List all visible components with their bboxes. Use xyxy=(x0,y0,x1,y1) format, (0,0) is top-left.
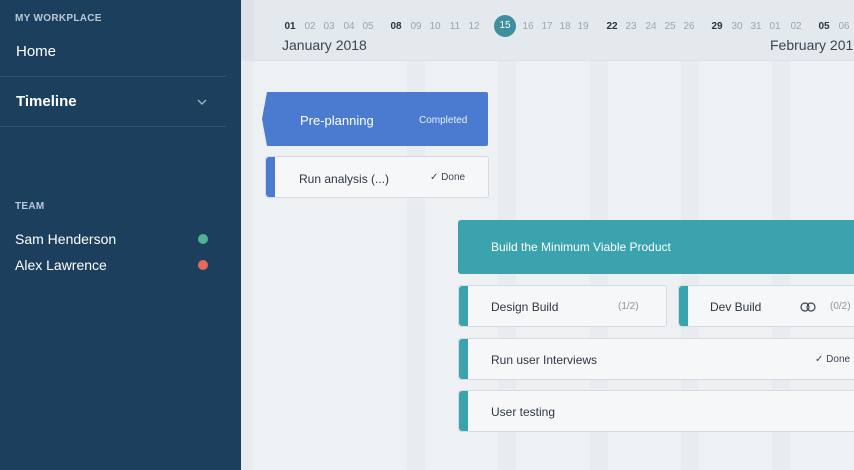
nav-timeline[interactable]: Timeline xyxy=(16,93,77,110)
day-label: 31 xyxy=(750,21,762,32)
chevron-down-icon[interactable] xyxy=(196,97,208,107)
day-label: 23 xyxy=(625,21,637,32)
task-status-done: ✓ Done xyxy=(815,354,850,365)
day-label: 01 xyxy=(284,21,296,32)
timeline-header: 01 02 03 04 05 08 09 10 11 12 15 16 17 1… xyxy=(241,0,854,61)
task-label: User testing xyxy=(491,405,556,419)
timeline-view: 01 02 03 04 05 08 09 10 11 12 15 16 17 1… xyxy=(241,0,854,470)
task-status-done: ✓ Done xyxy=(430,172,465,183)
link-icon[interactable] xyxy=(800,302,816,312)
today-marker[interactable]: 15 xyxy=(494,15,516,37)
workplace-section-label: MY WORKPLACE xyxy=(15,13,102,24)
month-label-january: January 2018 xyxy=(282,37,367,53)
status-dot-away xyxy=(198,260,208,270)
day-label: 11 xyxy=(449,21,461,32)
phase-preplanning-label[interactable]: Pre-planning xyxy=(300,113,374,128)
phase-mvp-label: Build the Minimum Viable Product xyxy=(491,240,671,254)
day-label: 24 xyxy=(645,21,657,32)
nav-home[interactable]: Home xyxy=(16,43,56,60)
task-progress: (1/2) xyxy=(618,301,639,312)
phase-preplanning-status: Completed xyxy=(419,115,468,126)
check-icon: ✓ xyxy=(815,354,824,365)
task-color-bar xyxy=(679,286,688,326)
day-label: 22 xyxy=(606,21,618,32)
day-label: 09 xyxy=(410,21,422,32)
check-icon: ✓ xyxy=(430,172,439,183)
task-user-testing[interactable]: User testing xyxy=(458,390,854,432)
day-label: 17 xyxy=(541,21,553,32)
team-member-sam-henderson[interactable]: Sam Henderson xyxy=(15,231,116,247)
done-label: Done xyxy=(826,354,851,365)
task-progress: (0/2) xyxy=(830,301,851,312)
team-member-alex-lawrence[interactable]: Alex Lawrence xyxy=(15,257,107,273)
task-label: Dev Build xyxy=(710,300,762,314)
day-label: 03 xyxy=(323,21,335,32)
header-edge xyxy=(241,0,254,61)
day-label: 05 xyxy=(362,21,374,32)
sidebar: MY WORKPLACE Home Timeline TEAM Sam Hend… xyxy=(0,0,241,470)
day-label: 25 xyxy=(664,21,676,32)
task-run-user-interviews[interactable]: Run user Interviews ✓ Done xyxy=(458,338,854,380)
day-label: 04 xyxy=(343,21,355,32)
task-color-bar xyxy=(459,391,468,431)
day-label: 26 xyxy=(683,21,695,32)
task-color-bar xyxy=(459,339,468,379)
day-label: 30 xyxy=(731,21,743,32)
task-color-bar xyxy=(266,157,275,197)
sidebar-divider xyxy=(0,76,226,77)
day-label: 08 xyxy=(390,21,402,32)
task-label: Run user Interviews xyxy=(491,353,598,367)
team-section-label: TEAM xyxy=(15,201,45,212)
task-design-build[interactable]: Design Build (1/2) xyxy=(458,285,667,327)
phase-mvp[interactable]: Build the Minimum Viable Product xyxy=(458,220,854,274)
day-label: 16 xyxy=(522,21,534,32)
day-label: 29 xyxy=(711,21,723,32)
day-label: 19 xyxy=(577,21,589,32)
sidebar-divider xyxy=(0,126,226,127)
month-label-february: February 201 xyxy=(770,37,854,53)
weekend-column xyxy=(241,61,253,470)
day-label: 06 xyxy=(838,21,850,32)
day-label: 05 xyxy=(818,21,830,32)
status-dot-online xyxy=(198,234,208,244)
day-label: 12 xyxy=(468,21,480,32)
done-label: Done xyxy=(441,172,466,183)
task-color-bar xyxy=(459,286,468,326)
day-label: 02 xyxy=(304,21,316,32)
day-label: 18 xyxy=(559,21,571,32)
day-label: 01 xyxy=(769,21,781,32)
task-dev-build[interactable]: Dev Build (0/2) xyxy=(678,285,854,327)
task-run-analysis[interactable]: Run analysis (...) ✓ Done xyxy=(265,156,489,198)
task-label: Design Build xyxy=(491,300,559,314)
day-label: 10 xyxy=(429,21,441,32)
task-label: Run analysis (...) xyxy=(299,172,390,186)
day-label: 02 xyxy=(790,21,802,32)
